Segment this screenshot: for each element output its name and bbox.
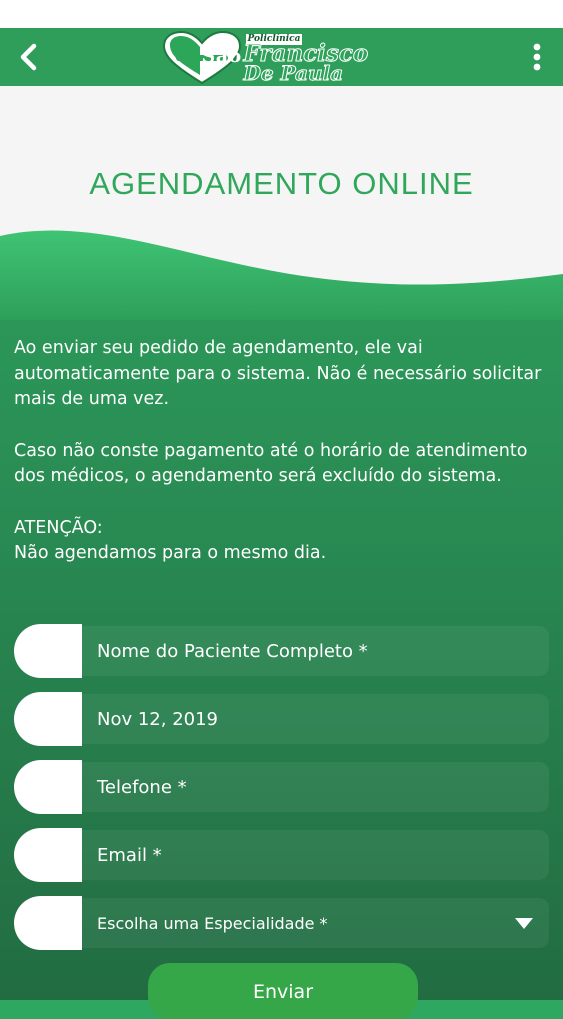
caret-down-icon — [515, 918, 533, 929]
specialty-field[interactable]: Escolha uma Especialidade * — [14, 896, 549, 950]
attention-label: ATENÇÃO: — [14, 517, 103, 538]
info-section: Ao enviar seu pedido de agendamento, ele… — [14, 336, 554, 567]
date-field[interactable]: Nov 12, 2019 — [14, 692, 549, 746]
clinic-logo: Policlínica São Francisco De Paula — [162, 28, 402, 86]
phone-input[interactable]: Telefone * — [82, 762, 549, 812]
specialty-placeholder: Escolha uma Especialidade * — [97, 913, 328, 933]
back-button[interactable] — [10, 36, 46, 78]
date-value: Nov 12, 2019 — [97, 708, 219, 730]
email-input[interactable]: Email * — [82, 830, 549, 880]
info-paragraph-1: Ao enviar seu pedido de agendamento, ele… — [14, 338, 542, 409]
hero-banner: AGENDAMENTO ONLINE — [0, 86, 563, 320]
submit-button[interactable]: Enviar — [148, 963, 418, 1019]
logo-line2: De Paula — [243, 61, 344, 86]
more-vertical-icon — [533, 43, 541, 71]
field-icon-pill — [14, 760, 82, 814]
date-input[interactable]: Nov 12, 2019 — [82, 694, 549, 744]
field-icon-pill — [14, 896, 82, 950]
specialty-select[interactable]: Escolha uma Especialidade * — [82, 898, 549, 948]
email-placeholder: Email * — [97, 844, 162, 866]
attention-text: Não agendamos para o mesmo dia. — [14, 543, 327, 563]
chevron-left-icon — [20, 43, 37, 71]
patient-name-field[interactable]: Nome do Paciente Completo * — [14, 624, 549, 678]
field-icon-pill — [14, 624, 82, 678]
patient-name-placeholder: Nome do Paciente Completo * — [97, 640, 368, 662]
banner-title: AGENDAMENTO ONLINE — [89, 166, 474, 201]
field-icon-pill — [14, 692, 82, 746]
status-bar — [0, 0, 563, 28]
phone-placeholder: Telefone * — [97, 776, 187, 798]
info-paragraph-2: Caso não conste pagamento até o horário … — [14, 440, 528, 487]
phone-field[interactable]: Telefone * — [14, 760, 549, 814]
logo-sao-text: São — [201, 45, 242, 67]
more-options-button[interactable] — [521, 36, 553, 78]
patient-name-input[interactable]: Nome do Paciente Completo * — [82, 626, 549, 676]
email-field[interactable]: Email * — [14, 828, 549, 882]
app-bar: Policlínica São Francisco De Paula — [0, 28, 563, 86]
wave-decoration — [0, 230, 563, 320]
field-icon-pill — [14, 828, 82, 882]
